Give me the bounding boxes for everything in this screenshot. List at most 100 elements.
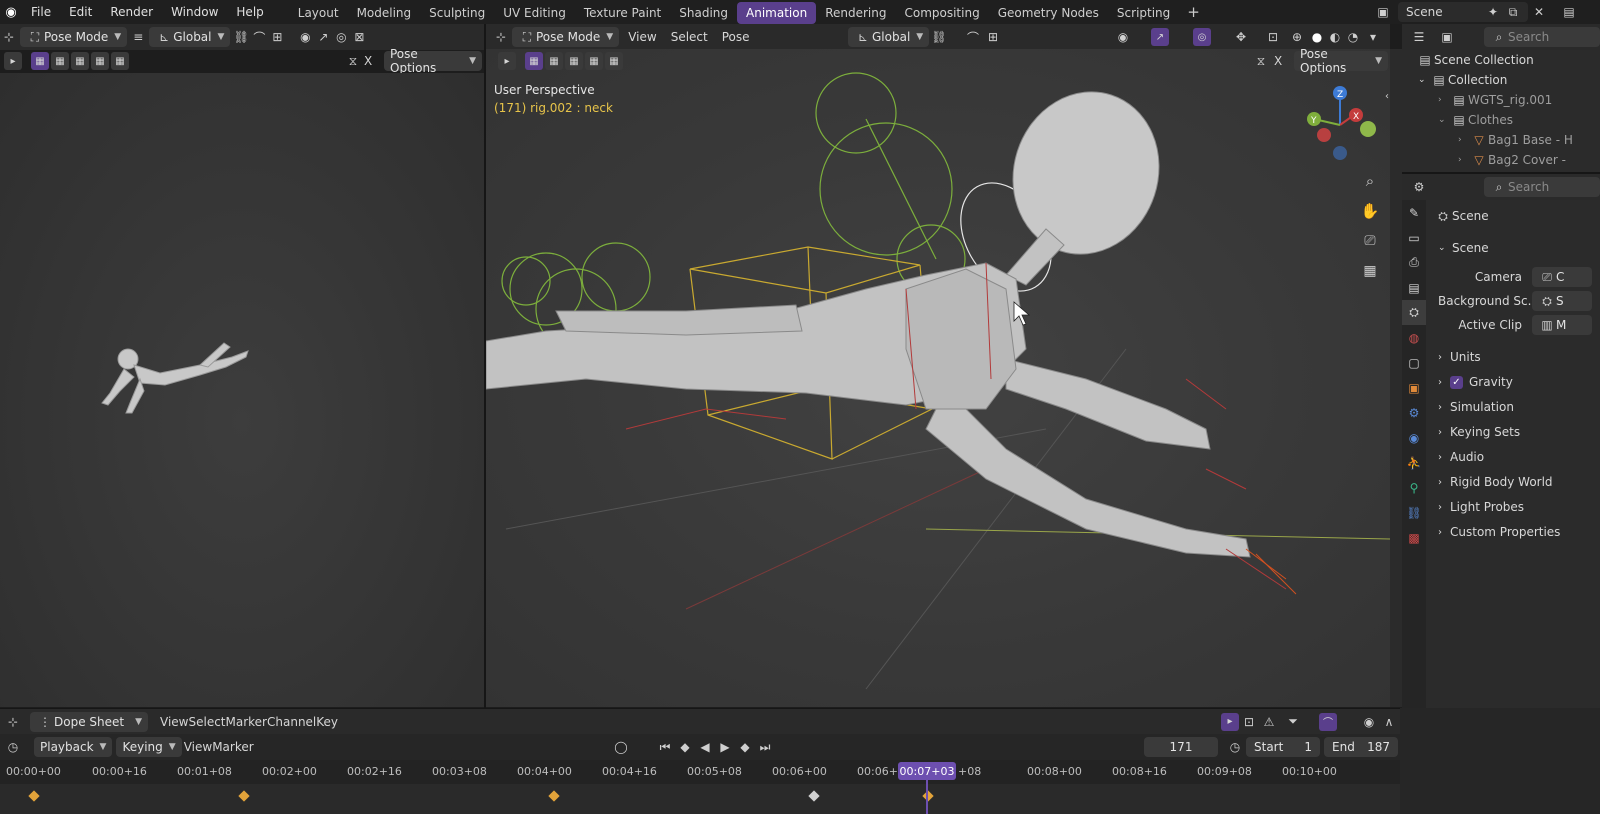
gizmo-neg-y-axis[interactable]	[1317, 128, 1331, 142]
close-icon[interactable]: ✕	[1530, 3, 1548, 21]
tab-sculpting[interactable]: Sculpting	[420, 2, 494, 24]
proportional-edit-icon[interactable]: ◉	[1360, 713, 1378, 731]
xray-icon[interactable]: ⊡	[1264, 28, 1282, 46]
shading-solid-icon[interactable]: ●	[1308, 28, 1326, 46]
chevron-down-icon[interactable]: ⌄	[1418, 75, 1430, 85]
camera-view-icon[interactable]: ⎚	[1358, 229, 1382, 253]
gravity-checkbox[interactable]: ✓	[1450, 375, 1463, 389]
object-tab-icon[interactable]: ▣	[1402, 375, 1426, 400]
dope-menu-view[interactable]: View	[160, 715, 188, 729]
main-mode-dropdown[interactable]: ⛶ Pose Mode ▼	[512, 27, 620, 47]
gizmo-icon[interactable]: ↗	[314, 28, 332, 46]
section-gravity[interactable]: › ✓ Gravity	[1438, 372, 1513, 392]
tab-shading[interactable]: Shading	[670, 2, 737, 24]
new-scene-icon[interactable]: ⧉	[1504, 3, 1522, 21]
preview-range-icon[interactable]: ◷	[1226, 738, 1244, 756]
editor-type-icon[interactable]: ⚙	[1410, 178, 1428, 196]
menu-view[interactable]: View	[621, 30, 663, 44]
scene-tab-icon[interactable]: ⛭	[1402, 300, 1426, 325]
next-keyframe-icon[interactable]: ◆	[736, 738, 754, 756]
prev-keyframe-icon[interactable]: ◆	[676, 738, 694, 756]
menu-hamburger-icon[interactable]: ≡	[129, 28, 147, 46]
snap-icon[interactable]: ⌒	[250, 28, 268, 46]
gizmo-toggle-icon[interactable]: ↗	[1151, 28, 1169, 46]
constraint-tab-icon[interactable]: ⛓	[1402, 500, 1426, 525]
select-intersect-icon[interactable]: ▦	[111, 52, 129, 70]
view-layer-icon[interactable]: ▤	[1560, 3, 1578, 21]
section-rigid-body-world[interactable]: › Rigid Body World	[1438, 472, 1553, 492]
select-tool-icon[interactable]: ▸	[498, 52, 516, 70]
keyframe[interactable]	[808, 790, 820, 802]
dope-menu-key[interactable]: Key	[316, 715, 338, 729]
bone-tab-icon[interactable]: ⚲	[1402, 475, 1426, 500]
left-mode-dropdown[interactable]: ⛶ Pose Mode ▼	[20, 27, 128, 47]
current-frame-input[interactable]: 171	[1144, 737, 1218, 757]
gizmo-neg-x-axis[interactable]	[1360, 121, 1376, 137]
collection-tab-icon[interactable]: ▢	[1402, 350, 1426, 375]
timeline-menu-view[interactable]: View	[184, 740, 212, 754]
select-extend-icon[interactable]: ▦	[51, 52, 69, 70]
background-scene-value[interactable]: ⛭ S	[1532, 291, 1592, 311]
chevron-right-icon[interactable]: ›	[1458, 135, 1470, 145]
select-invert-icon[interactable]: ▦	[91, 52, 109, 70]
editor-type-icon[interactable]: ☰	[1410, 28, 1428, 46]
tab-compositing[interactable]: Compositing	[895, 2, 988, 24]
falloff-icon[interactable]: ∧	[1380, 713, 1398, 731]
menu-window[interactable]: Window	[162, 0, 227, 24]
x-mirror-toggle[interactable]: X	[364, 54, 372, 68]
sidebar-toggle-icon[interactable]: ‹	[1378, 87, 1390, 105]
xray-icon[interactable]: ⊠	[350, 28, 368, 46]
gizmo-neg-z-axis[interactable]	[1333, 146, 1347, 160]
select-tool-icon[interactable]: ▸	[4, 52, 22, 70]
chevron-right-icon[interactable]: ›	[1438, 95, 1450, 105]
select-new-icon[interactable]: ▦	[31, 52, 49, 70]
editor-type-icon[interactable]: ⊹	[492, 28, 510, 46]
editor-type-icon[interactable]: ⊹	[0, 28, 18, 46]
only-selected-icon[interactable]: ▸	[1221, 712, 1239, 731]
bone-overlay-icon[interactable]: ✥	[1232, 28, 1250, 46]
keyframe-strip[interactable]	[0, 784, 1400, 814]
tab-scripting[interactable]: Scripting	[1108, 2, 1179, 24]
menu-render[interactable]: Render	[101, 0, 162, 24]
menu-edit[interactable]: Edit	[60, 0, 101, 24]
navigation-gizmo[interactable]: Z X Y	[1307, 86, 1376, 160]
pivot-icon[interactable]: ⛓	[232, 28, 250, 46]
zoom-icon[interactable]: ⌕	[1358, 169, 1382, 193]
camera-value[interactable]: ⎚ C	[1532, 267, 1592, 287]
select-intersect-icon[interactable]: ▦	[605, 52, 623, 70]
playhead-indicator[interactable]: 00:07+03	[898, 762, 956, 780]
texture-tab-icon[interactable]: ▩	[1402, 525, 1426, 550]
playback-dropdown[interactable]: Playback ▼	[34, 737, 113, 757]
outliner-item-bag1[interactable]: › ▽ Bag1 Base - H	[1458, 130, 1573, 150]
pivot-icon[interactable]: ⛓	[930, 28, 948, 46]
active-clip-value[interactable]: ▥ M	[1532, 315, 1592, 335]
dope-sheet-mode-dropdown[interactable]: ⋮ Dope Sheet ▼	[30, 711, 148, 732]
auto-snap-icon[interactable]: ⌒	[1319, 712, 1337, 731]
menu-pose[interactable]: Pose	[715, 30, 757, 44]
modifier-tab-icon[interactable]: ⚙	[1402, 400, 1426, 425]
shading-rendered-icon[interactable]: ◔	[1344, 28, 1362, 46]
section-custom-properties[interactable]: › Custom Properties	[1438, 522, 1560, 542]
outliner-item-bag2[interactable]: › ▽ Bag2 Cover -	[1458, 150, 1566, 170]
section-audio[interactable]: › Audio	[1438, 447, 1484, 467]
tab-modeling[interactable]: Modeling	[348, 2, 421, 24]
menu-help[interactable]: Help	[227, 0, 272, 24]
editor-type-icon[interactable]: ⊹	[4, 713, 22, 731]
overlay-toggle-icon[interactable]: ◎	[1193, 28, 1211, 46]
keyframe[interactable]	[548, 790, 560, 802]
outliner-item-collection[interactable]: ⌄ ▤ Collection	[1418, 70, 1507, 90]
editor-type-icon[interactable]: ◷	[4, 738, 22, 756]
end-frame-input[interactable]: End 187	[1324, 737, 1398, 757]
left-orientation-dropdown[interactable]: ⊾ Global ▼	[149, 27, 231, 47]
outliner-item-scene-collection[interactable]: ▤ Scene Collection	[1416, 50, 1533, 70]
snap-target-icon[interactable]: ⊞	[268, 28, 286, 46]
left-viewport[interactable]	[0, 73, 484, 707]
select-subtract-icon[interactable]: ▦	[565, 52, 583, 70]
menu-select[interactable]: Select	[664, 30, 715, 44]
show-hidden-icon[interactable]: ⊡	[1240, 713, 1258, 731]
mirror-icon[interactable]: ⧖	[1252, 52, 1270, 70]
select-extend-icon[interactable]: ▦	[545, 52, 563, 70]
errors-only-icon[interactable]: ⚠	[1260, 713, 1278, 731]
play-reverse-icon[interactable]: ◀	[696, 738, 714, 756]
tab-geometry-nodes[interactable]: Geometry Nodes	[989, 2, 1108, 24]
